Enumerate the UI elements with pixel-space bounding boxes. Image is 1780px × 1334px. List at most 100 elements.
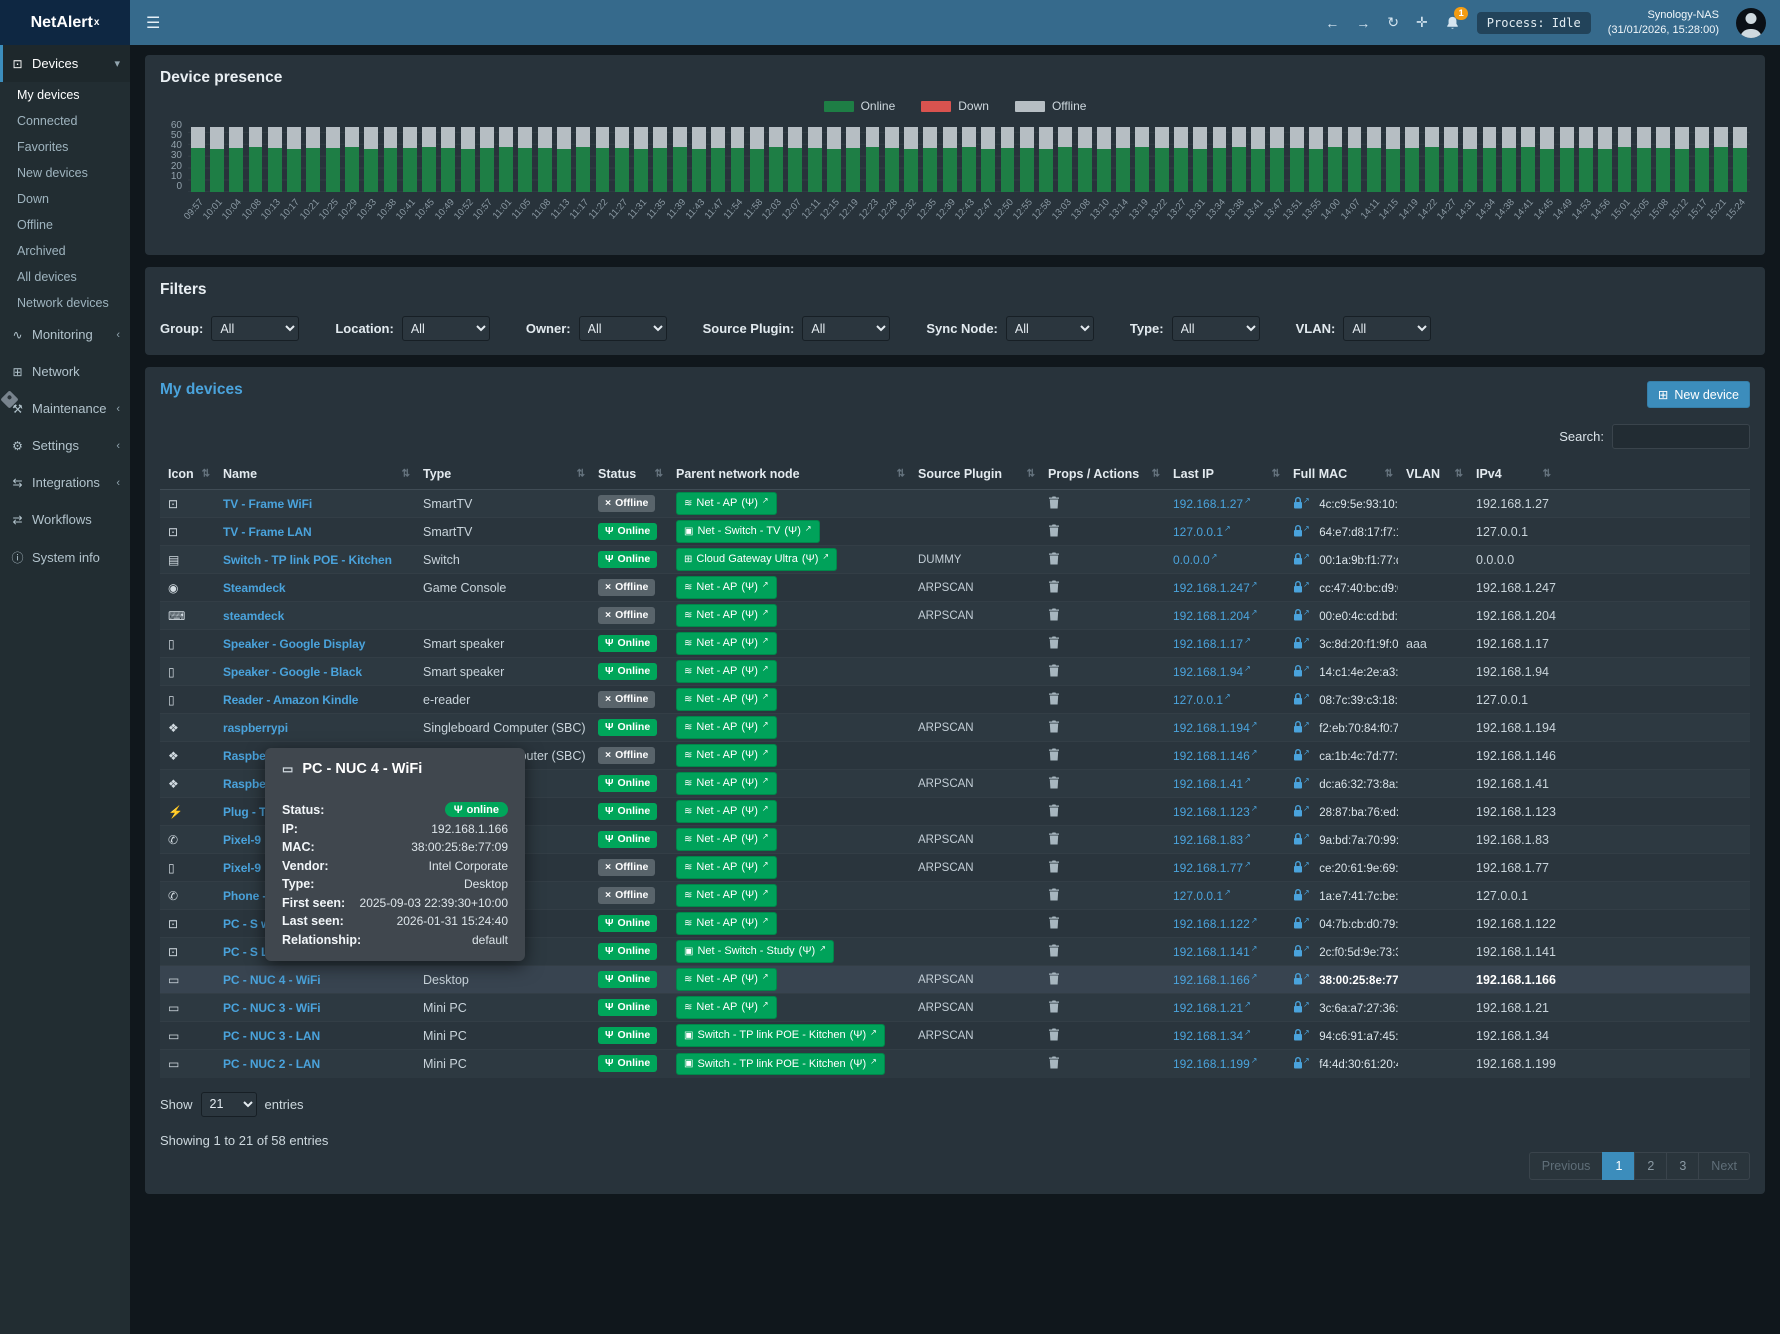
nav-forward-icon[interactable]: → (1356, 15, 1370, 31)
filter-select-vlan[interactable]: All (1343, 316, 1431, 341)
last-ip-link[interactable]: 192.168.1.194↗ (1173, 721, 1257, 735)
sidebar-item-down[interactable]: Down (0, 186, 130, 212)
delete-device-icon[interactable] (1048, 916, 1060, 929)
parent-node-button[interactable]: ≋ Net - AP (Ψ) ↗ (676, 884, 777, 907)
device-name-link[interactable]: Phone - (223, 889, 266, 903)
last-ip-link[interactable]: 127.0.0.1↗ (1173, 693, 1231, 707)
parent-node-button[interactable]: ▣ Switch - TP link POE - Kitchen (Ψ) ↗ (676, 1024, 885, 1047)
app-logo[interactable]: NetAlertx (0, 0, 130, 45)
lock-icon[interactable]: ↗ (1293, 861, 1310, 875)
next-page-button[interactable]: Next (1698, 1152, 1750, 1180)
lock-icon[interactable]: ↗ (1293, 945, 1310, 959)
lock-icon[interactable]: ↗ (1293, 1001, 1310, 1015)
lock-icon[interactable]: ↗ (1293, 833, 1310, 847)
last-ip-link[interactable]: 192.168.1.41↗ (1173, 777, 1251, 791)
last-ip-link[interactable]: 192.168.1.122↗ (1173, 917, 1257, 931)
delete-device-icon[interactable] (1048, 972, 1060, 985)
parent-node-button[interactable]: ▣ Net - Switch - Study (Ψ) ↗ (676, 940, 834, 963)
last-ip-link[interactable]: 0.0.0.0↗ (1173, 553, 1217, 567)
device-name-link[interactable]: PC - S w (223, 917, 270, 931)
parent-node-button[interactable]: ≋ Net - AP (Ψ) ↗ (676, 492, 777, 515)
column-header-source-plugin[interactable]: Source Plugin⇅ (910, 459, 1040, 490)
legend-item-down[interactable]: Down (921, 99, 989, 113)
last-ip-link[interactable]: 192.168.1.34↗ (1173, 1029, 1251, 1043)
parent-node-button[interactable]: ≋ Net - AP (Ψ) ↗ (676, 828, 777, 851)
sidebar-item-network-devices[interactable]: Network devices (0, 290, 130, 316)
table-row[interactable]: ▤ Switch - TP link POE - Kitchen Switch … (160, 546, 1750, 574)
device-name-link[interactable]: Speaker - Google Display (223, 637, 365, 651)
page-button-2[interactable]: 2 (1634, 1152, 1667, 1180)
sidebar-item-network[interactable]: ⊞Network (0, 353, 130, 390)
table-row[interactable]: ⌨ steamdeck × Offline ≋ Net - AP (Ψ) ↗ A… (160, 602, 1750, 630)
device-name-link[interactable]: raspberrypi (223, 721, 288, 735)
device-name-link[interactable]: Raspbe (223, 749, 266, 763)
table-row[interactable]: ◉ Steamdeck Game Console × Offline ≋ Net… (160, 574, 1750, 602)
column-header-props-actions[interactable]: Props / Actions⇅ (1040, 459, 1165, 490)
sidebar-item-my-devices[interactable]: My devices (0, 82, 130, 108)
delete-device-icon[interactable] (1048, 608, 1060, 621)
last-ip-link[interactable]: 192.168.1.83↗ (1173, 833, 1251, 847)
device-name-link[interactable]: Raspbe (223, 777, 266, 791)
column-header-type[interactable]: Type⇅ (415, 459, 590, 490)
lock-icon[interactable]: ↗ (1293, 805, 1310, 819)
parent-node-button[interactable]: ≋ Net - AP (Ψ) ↗ (676, 660, 777, 683)
lock-icon[interactable]: ↗ (1293, 525, 1310, 539)
lock-icon[interactable]: ↗ (1293, 693, 1310, 707)
table-row[interactable]: ⊡ TV - Frame LAN SmartTV Ψ Online ▣ Net … (160, 518, 1750, 546)
last-ip-link[interactable]: 192.168.1.17↗ (1173, 637, 1251, 651)
sidebar-item-workflows[interactable]: ⇄Workflows (0, 501, 130, 538)
new-device-button[interactable]: ⊞ New device (1647, 381, 1750, 408)
lock-icon[interactable]: ↗ (1293, 973, 1310, 987)
table-row[interactable]: ▯ Speaker - Google - Black Smart speaker… (160, 658, 1750, 686)
lock-icon[interactable]: ↗ (1293, 777, 1310, 791)
table-row[interactable]: ▭ PC - NUC 2 - LAN Mini PC Ψ Online ▣ Sw… (160, 1050, 1750, 1078)
last-ip-link[interactable]: 192.168.1.247↗ (1173, 581, 1257, 595)
sidebar-item-favorites[interactable]: Favorites (0, 134, 130, 160)
lock-icon[interactable]: ↗ (1293, 749, 1310, 763)
delete-device-icon[interactable] (1048, 832, 1060, 845)
device-name-link[interactable]: PC - NUC 2 - LAN (223, 1057, 320, 1071)
device-name-link[interactable]: PC - NUC 4 - WiFi (223, 973, 321, 987)
last-ip-link[interactable]: 192.168.1.146↗ (1173, 749, 1257, 763)
last-ip-link[interactable]: 127.0.0.1↗ (1173, 525, 1231, 539)
device-name-link[interactable]: PC - NUC 3 - WiFi (223, 1001, 321, 1015)
sidebar-item-archived[interactable]: Archived (0, 238, 130, 264)
parent-node-button[interactable]: ≋ Net - AP (Ψ) ↗ (676, 632, 777, 655)
table-row[interactable]: ▯ Reader - Amazon Kindle e-reader × Offl… (160, 686, 1750, 714)
last-ip-link[interactable]: 192.168.1.199↗ (1173, 1057, 1257, 1071)
column-header-last-ip[interactable]: Last IP⇅ (1165, 459, 1285, 490)
parent-node-button[interactable]: ≋ Net - AP (Ψ) ↗ (676, 968, 777, 991)
lock-icon[interactable]: ↗ (1293, 609, 1310, 623)
delete-device-icon[interactable] (1048, 580, 1060, 593)
column-header-icon[interactable]: Icon⇅ (160, 459, 215, 490)
delete-device-icon[interactable] (1048, 692, 1060, 705)
sidebar-item-new-devices[interactable]: New devices (0, 160, 130, 186)
parent-node-button[interactable]: ≋ Net - AP (Ψ) ↗ (676, 716, 777, 739)
device-name-link[interactable]: Reader - Amazon Kindle (223, 693, 358, 707)
page-button-3[interactable]: 3 (1666, 1152, 1699, 1180)
filter-select-owner[interactable]: All (579, 316, 667, 341)
lock-icon[interactable]: ↗ (1293, 1029, 1310, 1043)
table-row[interactable]: ▯ Speaker - Google Display Smart speaker… (160, 630, 1750, 658)
filter-select-sync-node[interactable]: All (1006, 316, 1094, 341)
parent-node-button[interactable]: ≋ Net - AP (Ψ) ↗ (676, 744, 777, 767)
last-ip-link[interactable]: 192.168.1.166↗ (1173, 973, 1257, 987)
parent-node-button[interactable]: ≋ Net - AP (Ψ) ↗ (676, 800, 777, 823)
delete-device-icon[interactable] (1048, 1056, 1060, 1069)
device-name-link[interactable]: PC - S L (223, 945, 268, 959)
lock-icon[interactable]: ↗ (1293, 1057, 1310, 1071)
column-header-vlan[interactable]: VLAN⇅ (1398, 459, 1468, 490)
table-row[interactable]: ▭ PC - NUC 3 - WiFi Mini PC Ψ Online ≋ N… (160, 994, 1750, 1022)
delete-device-icon[interactable] (1048, 664, 1060, 677)
lock-icon[interactable]: ↗ (1293, 889, 1310, 903)
table-row[interactable]: ▭ PC - NUC 4 - WiFi Desktop Ψ Online ≋ N… (160, 966, 1750, 994)
delete-device-icon[interactable] (1048, 1028, 1060, 1041)
last-ip-link[interactable]: 192.168.1.27↗ (1173, 497, 1251, 511)
sidebar-item-integrations[interactable]: ⇆Integrations‹ (0, 464, 130, 501)
last-ip-link[interactable]: 192.168.1.141↗ (1173, 945, 1257, 959)
entries-select[interactable]: 21 (201, 1092, 257, 1117)
sidebar-item-offline[interactable]: Offline (0, 212, 130, 238)
delete-device-icon[interactable] (1048, 944, 1060, 957)
sidebar-toggle-button[interactable]: ☰ (130, 13, 176, 33)
parent-node-button[interactable]: ≋ Net - AP (Ψ) ↗ (676, 912, 777, 935)
